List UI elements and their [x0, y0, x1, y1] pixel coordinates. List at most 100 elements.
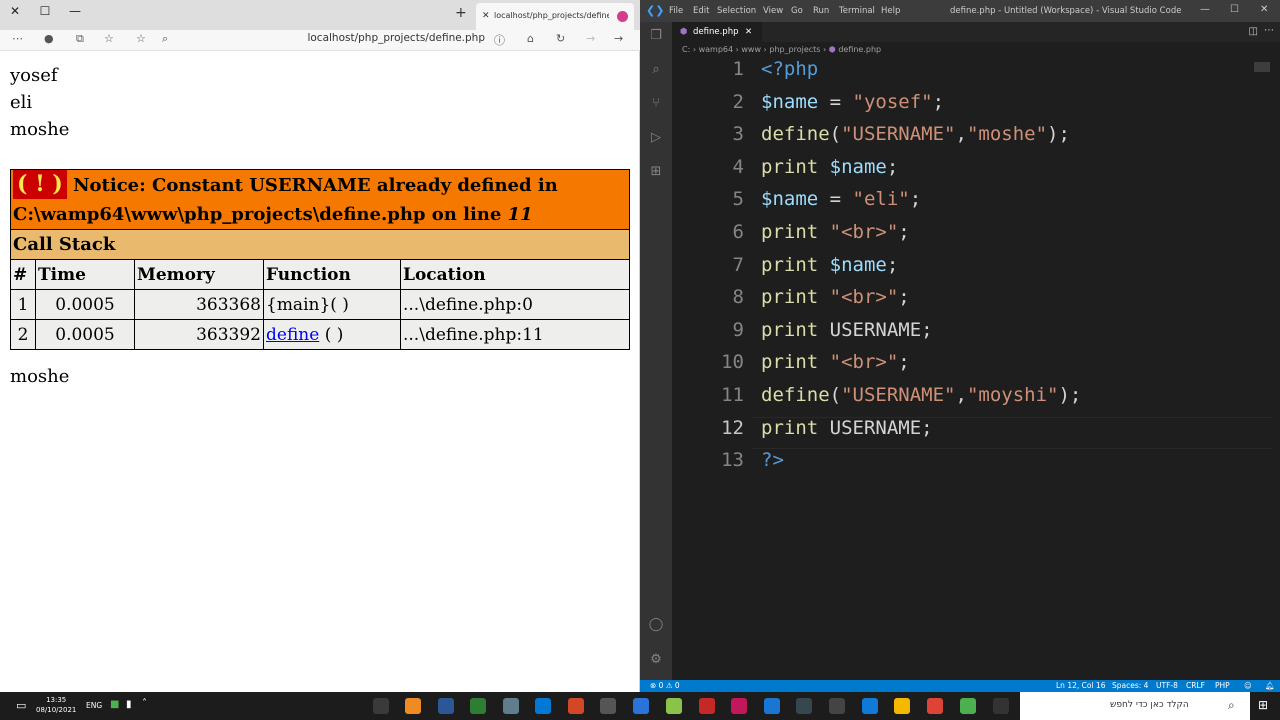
- back-icon[interactable]: →: [614, 32, 623, 45]
- search-icon[interactable]: ⌕: [162, 32, 168, 46]
- taskbar-search-box[interactable]: הקלד כאן כדי לחפש ⌕: [1020, 692, 1250, 720]
- more-menu-icon[interactable]: ⋯: [12, 32, 23, 45]
- taskbar-app-icon[interactable]: [503, 698, 519, 714]
- taskbar-app-icon[interactable]: [600, 698, 616, 714]
- code-editor[interactable]: 1 <?php 2 $name = "yosef"; 3 define("USERNAME…: [672, 58, 1280, 680]
- clock[interactable]: 13:35 08/10/2021: [36, 695, 76, 715]
- notifications-icon[interactable]: 🔔︎: [1265, 680, 1275, 692]
- code-line[interactable]: 9 print USERNAME;: [672, 319, 1272, 351]
- accounts-icon[interactable]: ◯: [648, 617, 664, 633]
- code-line[interactable]: 13 ?>: [672, 449, 1272, 481]
- code-line[interactable]: 8 print "<br>";: [672, 286, 1272, 318]
- info-icon[interactable]: ⓘ: [494, 32, 505, 48]
- source-control-icon[interactable]: ⑂: [648, 96, 664, 112]
- code-line[interactable]: 6 print "<br>";: [672, 221, 1272, 253]
- maximize-window-icon[interactable]: ☐: [30, 0, 60, 30]
- vlc-icon[interactable]: [405, 698, 421, 714]
- menu-terminal[interactable]: Terminal: [839, 6, 875, 16]
- forward-icon[interactable]: →: [586, 32, 595, 45]
- line-endings[interactable]: CRLF: [1186, 680, 1205, 692]
- indentation[interactable]: Spaces: 4: [1112, 680, 1148, 692]
- line-number: 5: [732, 188, 744, 211]
- more-actions-icon[interactable]: ⋯: [1264, 25, 1274, 36]
- code-line[interactable]: 7 print $name;: [672, 254, 1272, 286]
- function-doc-link[interactable]: define: [266, 325, 319, 345]
- close-icon[interactable]: ✕: [1260, 4, 1268, 15]
- menu-run[interactable]: Run: [813, 6, 829, 16]
- encoding[interactable]: UTF-8: [1156, 680, 1178, 692]
- code-line[interactable]: 5 $name = "eli";: [672, 188, 1272, 220]
- chrome-icon[interactable]: [927, 698, 943, 714]
- language-indicator[interactable]: ENG: [86, 701, 102, 710]
- add-favorite-icon[interactable]: ☆: [136, 32, 146, 45]
- breadcrumb-item[interactable]: define.php: [838, 45, 881, 54]
- edge-icon[interactable]: [862, 698, 878, 714]
- new-tab-button[interactable]: +: [455, 5, 467, 21]
- start-button-icon[interactable]: ⊞: [1258, 698, 1268, 712]
- run-debug-icon[interactable]: ▷: [648, 130, 664, 146]
- taskbar-app-icon[interactable]: [438, 698, 454, 714]
- taskbar-app-icon[interactable]: [470, 698, 486, 714]
- menu-edit[interactable]: Edit: [693, 6, 709, 16]
- extensions-icon[interactable]: ⊞: [648, 164, 664, 180]
- breadcrumb-item[interactable]: wamp64: [699, 45, 734, 54]
- minimize-icon[interactable]: —: [1200, 4, 1210, 15]
- show-hidden-icons[interactable]: ˄: [142, 698, 147, 709]
- tab-define-php[interactable]: ⬢ define.php ✕: [672, 22, 762, 42]
- profile-icon[interactable]: ●: [44, 32, 54, 45]
- menu-help[interactable]: Help: [881, 6, 900, 16]
- code-line[interactable]: 3 define("USERNAME","moshe");: [672, 123, 1272, 155]
- feedback-icon[interactable]: ☺: [1244, 680, 1252, 692]
- cursor-position[interactable]: Ln 12, Col 16: [1056, 680, 1105, 692]
- file-explorer-icon[interactable]: [894, 698, 910, 714]
- code-line[interactable]: 11 define("USERNAME","moyshi");: [672, 384, 1272, 416]
- home-icon[interactable]: ⌂: [527, 32, 534, 45]
- breadcrumb-item[interactable]: C:: [682, 45, 690, 54]
- code-line[interactable]: 12 print USERNAME;: [672, 416, 1272, 449]
- taskbar-app-icon[interactable]: [731, 698, 747, 714]
- menu-view[interactable]: View: [763, 6, 783, 16]
- notification-center-icon[interactable]: ▭: [16, 699, 26, 712]
- menu-file[interactable]: File: [669, 6, 683, 16]
- search-icon[interactable]: ⌕: [648, 62, 664, 78]
- microphone-icon[interactable]: ▮: [126, 699, 132, 710]
- code-line[interactable]: 2 $name = "yosef";: [672, 91, 1272, 123]
- settings-gear-icon[interactable]: ⚙: [648, 652, 664, 668]
- vscode-taskbar-icon[interactable]: [535, 698, 551, 714]
- browser-tab[interactable]: ✕ localhost/php_projects/define.php: [476, 3, 634, 30]
- minimap[interactable]: [1254, 62, 1270, 72]
- taskbar-app-icon[interactable]: [633, 698, 649, 714]
- taskbar-app-icon[interactable]: [666, 698, 682, 714]
- taskbar-app-icon[interactable]: [960, 698, 976, 714]
- split-editor-icon[interactable]: ◫: [1249, 26, 1258, 37]
- menu-go[interactable]: Go: [791, 6, 803, 16]
- breadcrumb-item[interactable]: www: [741, 45, 761, 54]
- code-line[interactable]: 4 print $name;: [672, 156, 1272, 188]
- refresh-icon[interactable]: ↻: [556, 32, 565, 45]
- taskbar-app-icon[interactable]: [764, 698, 780, 714]
- code-line[interactable]: 1 <?php: [672, 58, 1272, 90]
- code-line[interactable]: 10 print "<br>";: [672, 351, 1272, 383]
- close-tab-icon[interactable]: ✕: [745, 22, 752, 42]
- task-view-icon[interactable]: [993, 698, 1009, 714]
- favorites-icon[interactable]: ☆: [104, 32, 114, 45]
- powerpoint-icon[interactable]: [568, 698, 584, 714]
- taskbar-app-icon[interactable]: [699, 698, 715, 714]
- taskbar-app-icon[interactable]: [829, 698, 845, 714]
- code-token: "USERNAME": [841, 123, 956, 146]
- taskbar-app-icon[interactable]: [796, 698, 812, 714]
- language-mode[interactable]: PHP: [1215, 680, 1230, 692]
- breadcrumb-item[interactable]: php_projects: [769, 45, 820, 54]
- collections-icon[interactable]: ⧉: [76, 32, 84, 46]
- explorer-icon[interactable]: ❐: [648, 28, 664, 44]
- maximize-icon[interactable]: ☐: [1230, 4, 1239, 15]
- address-bar[interactable]: localhost/php_projects/define.php: [250, 32, 485, 44]
- menu-selection[interactable]: Selection: [717, 6, 756, 16]
- close-window-icon[interactable]: ✕: [0, 0, 30, 30]
- problems-indicator[interactable]: ⊗ 0 ⚠ 0: [650, 680, 680, 692]
- minimize-window-icon[interactable]: —: [60, 0, 90, 30]
- taskbar-app-icon[interactable]: [373, 698, 389, 714]
- tray-app-icon[interactable]: ■: [110, 699, 119, 710]
- function-args: ( ): [319, 324, 344, 345]
- close-tab-icon[interactable]: ✕: [482, 3, 490, 29]
